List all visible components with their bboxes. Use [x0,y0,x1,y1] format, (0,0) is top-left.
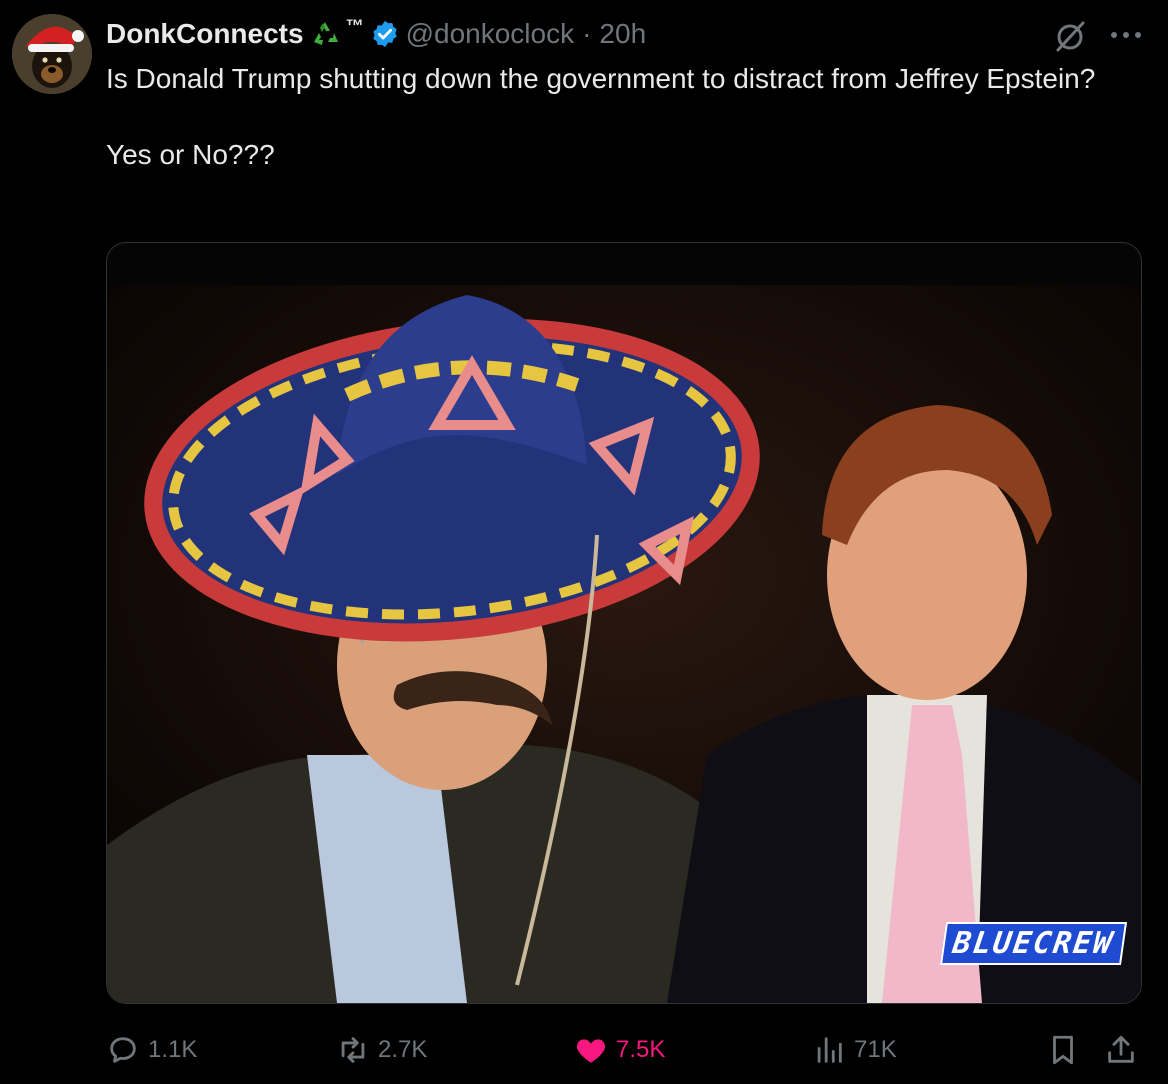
like-button[interactable]: 7.5K [574,1028,665,1072]
display-name[interactable]: DonkConnects [106,18,304,50]
repost-icon [341,1037,365,1063]
watermark-label: BLUECREW [939,922,1127,965]
heart-icon [576,1039,606,1063]
timestamp[interactable]: 20h [599,18,646,50]
repost-count: 2.7K [378,1036,428,1063]
views-count: 71K [854,1036,897,1063]
avatar[interactable] [12,14,92,94]
share-button[interactable] [1104,1028,1138,1072]
bookmark-button[interactable] [1046,1028,1080,1072]
views-icon [817,1037,842,1063]
repost-button[interactable]: 2.7K [336,1028,427,1072]
bookmark-icon [1053,1035,1073,1065]
tweet: DonkConnects ™ @donkoclock · 20h Is Dona… [0,0,1168,1084]
tweet-media[interactable]: BLUECREW [106,242,1142,1004]
more-options-icon[interactable] [1106,20,1146,50]
trademark-label: ™ [345,15,364,36]
handle[interactable]: @donkoclock [406,18,575,50]
tweet-text: Is Donald Trump shutting down the govern… [106,63,1096,170]
share-icon [1108,1035,1134,1063]
avatar-dog-santa-image [12,14,92,94]
recycling-symbol-icon [310,19,340,49]
separator-dot: · [582,18,592,49]
media-top-strip [107,243,1141,285]
views-button[interactable]: 71K [812,1028,897,1072]
tweet-header: DonkConnects ™ @donkoclock · 20h [106,14,646,54]
action-bar: 1.1K 2.7K 7.5K 71K [106,1028,1140,1072]
reply-button[interactable]: 1.1K [106,1028,197,1072]
reply-count: 1.1K [148,1036,198,1063]
like-count: 7.5K [616,1036,666,1063]
reply-icon [110,1037,136,1063]
verified-badge-icon[interactable] [370,19,400,49]
grok-icon[interactable] [1052,18,1088,54]
photo-two-men-sombrero [107,285,1141,1003]
